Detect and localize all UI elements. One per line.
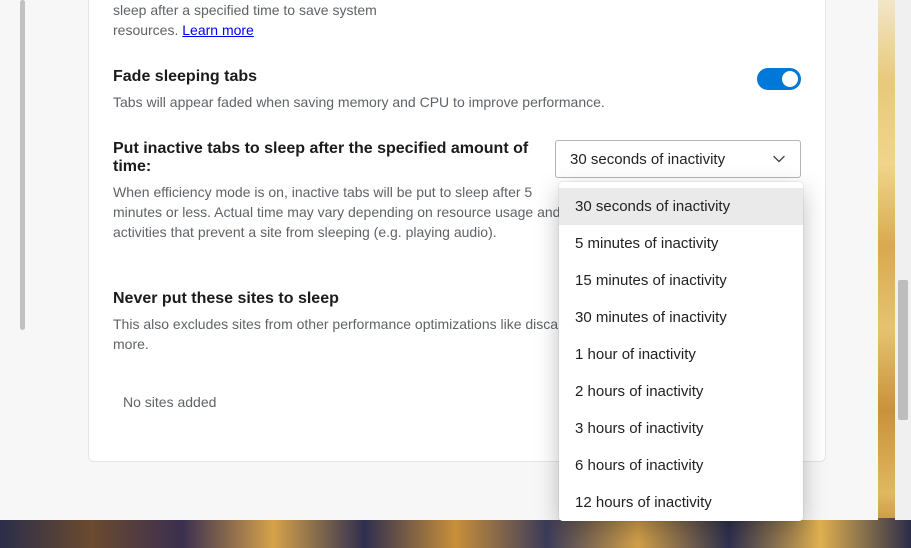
sleep-after-title: Put inactive tabs to sleep after the spe…	[113, 140, 553, 176]
fade-subtitle: Tabs will appear faded when saving memor…	[113, 92, 713, 112]
sleep-after-option[interactable]: 30 seconds of inactivity	[559, 188, 803, 225]
sleep-after-option[interactable]: 30 minutes of inactivity	[559, 299, 803, 336]
sleep-after-option[interactable]: 6 hours of inactivity	[559, 447, 803, 484]
sleeping-tabs-intro: sleep after a specified time to save sys…	[113, 0, 423, 40]
sleep-after-subtitle: When efficiency mode is on, inactive tab…	[113, 182, 563, 242]
fade-sleeping-tabs-toggle[interactable]	[757, 68, 801, 90]
sleep-after-selected-value: 30 seconds of inactivity	[570, 151, 725, 168]
sleep-after-option[interactable]: 5 minutes of inactivity	[559, 225, 803, 262]
sleep-after-option[interactable]: 15 minutes of inactivity	[559, 262, 803, 299]
desktop-wallpaper-bottom	[0, 518, 911, 548]
sleep-after-option[interactable]: 1 hour of inactivity	[559, 336, 803, 373]
nav-scrollbar-thumb[interactable]	[20, 0, 25, 330]
fade-sleeping-tabs-section: Fade sleeping tabs Tabs will appear fade…	[113, 68, 801, 112]
sleep-after-select[interactable]: 30 seconds of inactivity	[555, 140, 801, 178]
sleep-after-option[interactable]: 12 hours of inactivity	[559, 484, 803, 521]
sleep-after-option[interactable]: 2 hours of inactivity	[559, 373, 803, 410]
window-scrollbar-thumb[interactable]	[898, 280, 908, 420]
window-scrollbar[interactable]	[895, 0, 911, 520]
fade-title: Fade sleeping tabs	[113, 68, 801, 86]
chevron-down-icon	[772, 152, 786, 166]
learn-more-link[interactable]: Learn more	[182, 22, 254, 38]
toggle-knob	[782, 71, 798, 87]
sleep-after-dropdown[interactable]: 30 seconds of inactivity5 minutes of ina…	[559, 182, 803, 521]
sleep-after-option[interactable]: 3 hours of inactivity	[559, 410, 803, 447]
